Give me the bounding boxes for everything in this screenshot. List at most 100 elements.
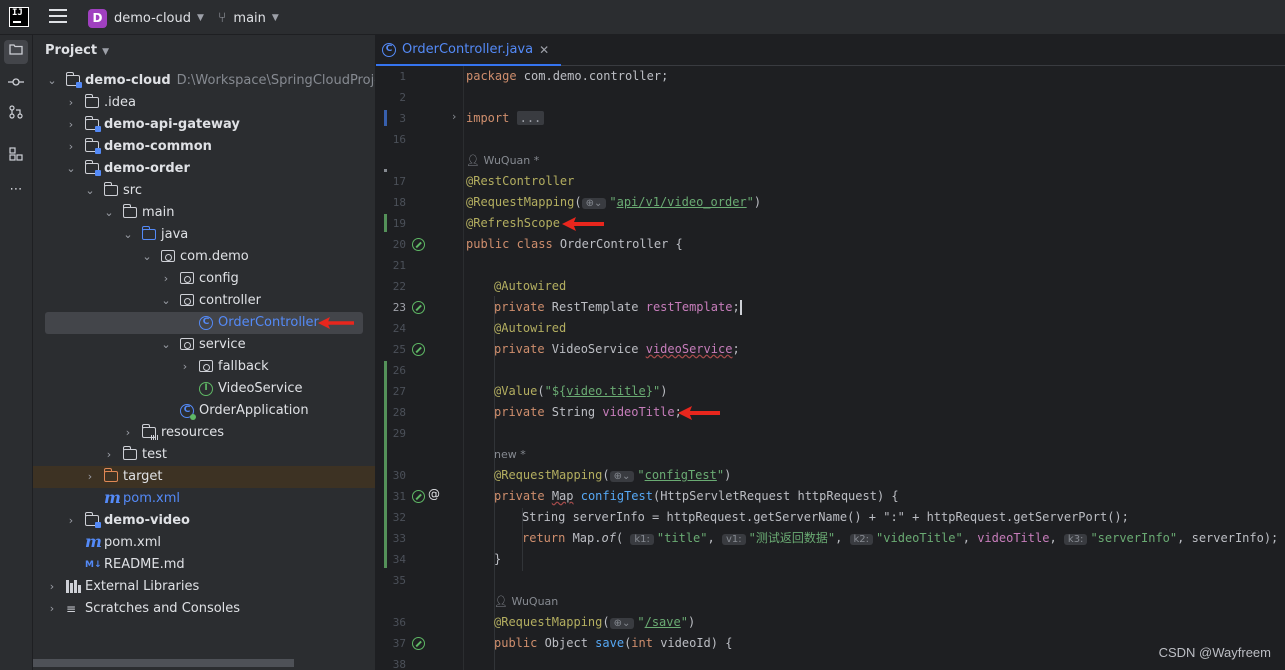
chevron-right-icon[interactable]: › [65, 92, 77, 114]
author-hint[interactable]: new * [494, 444, 526, 465]
project-switcher[interactable]: D demo-cloud ▼ [88, 7, 204, 29]
code-line-3[interactable]: import ... [466, 108, 545, 129]
tree-item-com-demo[interactable]: ⌄ com.demo [33, 246, 375, 268]
line-number[interactable]: 18 [376, 196, 406, 209]
line-number[interactable]: 28 [376, 406, 406, 419]
tree-item-demo-video[interactable]: › demo-video [33, 510, 375, 532]
chevron-right-icon[interactable]: › [84, 466, 96, 488]
spring-autowired-icon[interactable] [412, 301, 425, 314]
code-line-34[interactable]: } [494, 549, 501, 570]
line-number[interactable]: 1 [376, 70, 406, 83]
code-line-30[interactable]: @RequestMapping(⊕⌄ "configTest") [494, 465, 731, 486]
chevron-right-icon[interactable]: › [65, 136, 77, 158]
tree-item-src[interactable]: ⌄ src [33, 180, 375, 202]
tree-item-demo-cloud[interactable]: ⌄ demo-cloud D:\Workspace\SpringCloudProje… [33, 70, 375, 92]
code-line-23[interactable]: private RestTemplate restTemplate; [494, 297, 742, 318]
folded-imports[interactable]: ... [516, 111, 545, 125]
chevron-right-icon[interactable]: › [65, 114, 77, 136]
code-line-37[interactable]: public Object save(int videoId) { [494, 633, 732, 654]
author-hint[interactable]: 👤︎ WuQuan * [466, 150, 539, 171]
tree-item-external-libraries[interactable]: › External Libraries [33, 576, 375, 598]
tree-item-demo-api-gateway[interactable]: › demo-api-gateway [33, 114, 375, 136]
line-number[interactable]: 26 [376, 364, 406, 377]
line-number[interactable]: 35 [376, 574, 406, 587]
tree-item-fallback[interactable]: › fallback [33, 356, 375, 378]
author-hint[interactable]: 👤︎ WuQuan [494, 591, 558, 612]
code-line-25[interactable]: private VideoService videoService; [494, 339, 740, 360]
tree-item-idea[interactable]: › .idea [33, 92, 375, 114]
tree-item-scratches-and-consoles[interactable]: › ≡ Scratches and Consoles [33, 598, 375, 620]
line-number[interactable]: 27 [376, 385, 406, 398]
line-number[interactable]: 29 [376, 427, 406, 440]
code-line-22[interactable]: @Autowired [494, 276, 566, 297]
chevron-down-icon[interactable]: ⌄ [84, 180, 96, 202]
commit-icon[interactable] [4, 72, 28, 96]
line-number[interactable]: 34 [376, 553, 406, 566]
code-line-32[interactable]: String serverInfo = httpRequest.getServe… [522, 507, 1129, 528]
tree-item-pom-xml[interactable]: m pom.xml [33, 532, 375, 554]
more-icon[interactable]: ⋯ [4, 178, 28, 202]
chevron-right-icon[interactable]: › [46, 576, 58, 598]
line-number[interactable]: 24 [376, 322, 406, 335]
web-globe-icon[interactable]: ⊕⌄ [581, 198, 607, 209]
tree-item-demo-order[interactable]: ⌄ demo-order [33, 158, 375, 180]
line-number[interactable]: 33 [376, 532, 406, 545]
structure-icon[interactable] [4, 146, 28, 170]
project-folder-icon[interactable] [4, 40, 28, 64]
at-sign-icon[interactable]: @ [428, 487, 440, 501]
tree-item-orderapplication[interactable]: C OrderApplication [33, 400, 375, 422]
line-number[interactable]: 22 [376, 280, 406, 293]
pull-requests-icon[interactable] [4, 104, 28, 128]
chevron-down-icon[interactable]: ⌄ [103, 202, 115, 224]
line-number[interactable]: 2 [376, 91, 406, 104]
web-globe-icon[interactable]: ⊕⌄ [609, 471, 635, 482]
line-number[interactable]: 21 [376, 259, 406, 272]
line-number[interactable]: 3 [376, 112, 406, 125]
line-number[interactable]: 30 [376, 469, 406, 482]
tree-item-videoservice[interactable]: I VideoService [33, 378, 375, 400]
line-number[interactable]: 38 [376, 658, 406, 670]
tree-item-controller[interactable]: ⌄ controller [33, 290, 375, 312]
code-line-1[interactable]: package com.demo.controller; [466, 66, 668, 87]
code-line-18[interactable]: @RequestMapping(⊕⌄ "api/v1/video_order") [466, 192, 761, 213]
project-view-selector[interactable]: Project ▼ [45, 43, 109, 58]
tree-item-test[interactable]: › test [33, 444, 375, 466]
line-number[interactable]: 17 [376, 175, 406, 188]
chevron-down-icon[interactable]: ⌄ [122, 224, 134, 246]
code-line-27[interactable]: @Value("${video.title}") [494, 381, 667, 402]
expand-fold-icon[interactable]: › [452, 110, 456, 123]
spring-bean-icon[interactable] [412, 238, 425, 251]
tree-item-readme-md[interactable]: M↓ README.md [33, 554, 375, 576]
line-number[interactable]: 19 [376, 217, 406, 230]
tree-item-config[interactable]: › config [33, 268, 375, 290]
chevron-down-icon[interactable]: ⌄ [65, 158, 77, 180]
code-line-36[interactable]: @RequestMapping(⊕⌄ "/save") [494, 612, 695, 633]
spring-endpoint-icon[interactable] [412, 490, 425, 503]
chevron-right-icon[interactable]: › [46, 598, 58, 620]
code-line-31[interactable]: private Map configTest(HttpServletReques… [494, 486, 899, 507]
tree-item-service[interactable]: ⌄ service [33, 334, 375, 356]
tree-item-target[interactable]: › target [33, 466, 375, 488]
line-number[interactable]: 16 [376, 133, 406, 146]
web-globe-icon[interactable]: ⊕⌄ [609, 618, 635, 629]
app-logo[interactable]: IJ [9, 7, 29, 27]
line-number[interactable]: 32 [376, 511, 406, 524]
code-line-33[interactable]: return Map.of( k1: "title", v1: "测试返回数据", … [522, 528, 1278, 549]
code-line-19[interactable]: @RefreshScope [466, 213, 560, 234]
spring-autowired-icon[interactable] [412, 343, 425, 356]
code-line-20[interactable]: public class OrderController { [466, 234, 683, 255]
chevron-down-icon[interactable]: ⌄ [141, 246, 153, 268]
close-icon[interactable]: ✕ [539, 43, 549, 57]
chevron-right-icon[interactable]: › [65, 510, 77, 532]
tree-item-pom-xml[interactable]: m pom.xml [33, 488, 375, 510]
chevron-right-icon[interactable]: › [160, 268, 172, 290]
code-line-17[interactable]: @RestController [466, 171, 574, 192]
line-number[interactable]: 31 [376, 490, 406, 503]
line-number[interactable]: 36 [376, 616, 406, 629]
chevron-down-icon[interactable]: ⌄ [46, 70, 58, 92]
code-line-28[interactable]: private String videoTitle; [494, 402, 682, 423]
line-number[interactable]: 37 [376, 637, 406, 650]
tree-item-demo-common[interactable]: › demo-common [33, 136, 375, 158]
chevron-right-icon[interactable]: › [103, 444, 115, 466]
chevron-down-icon[interactable]: ⌄ [160, 334, 172, 356]
